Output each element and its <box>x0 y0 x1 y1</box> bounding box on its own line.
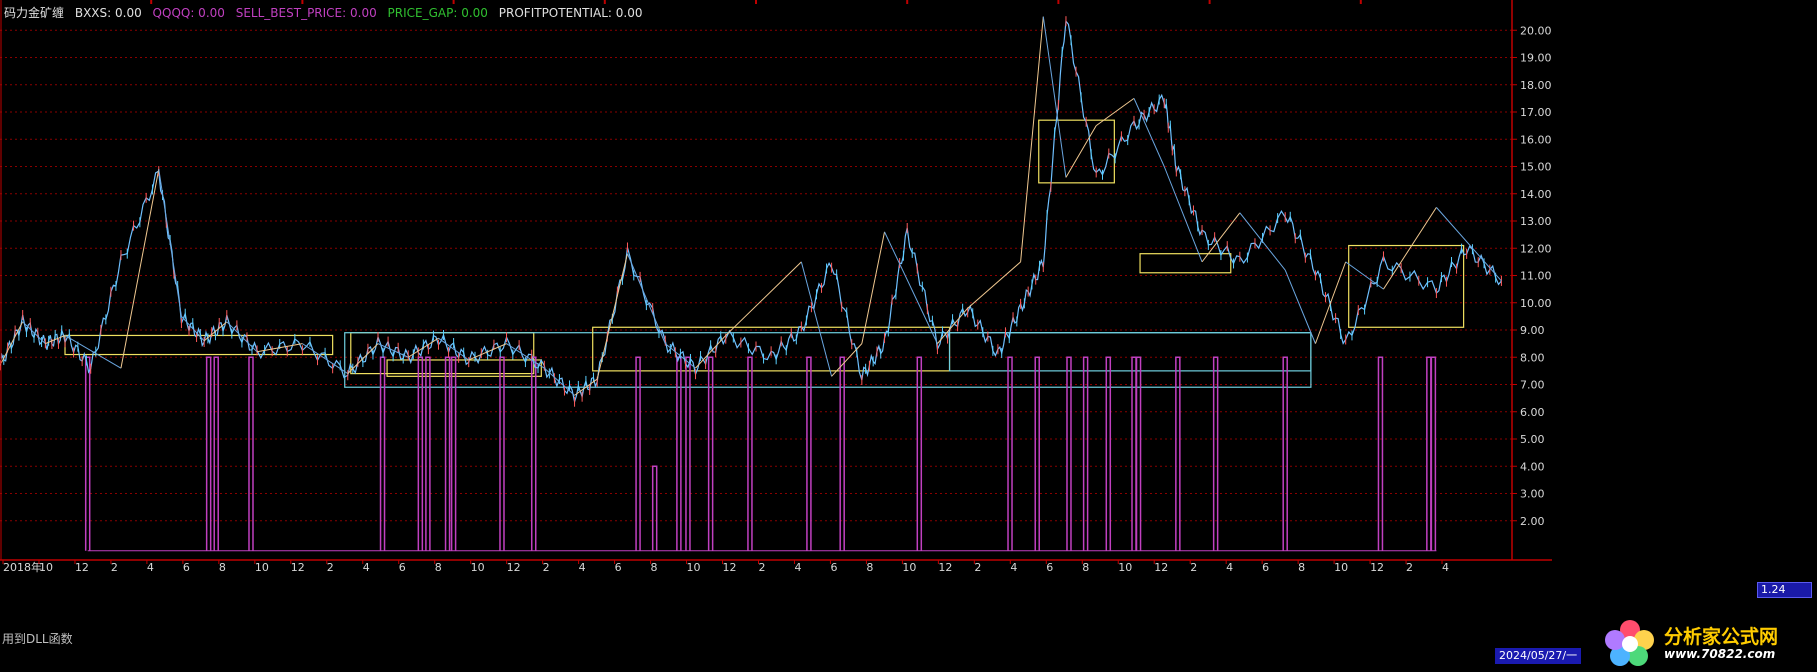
y-tick-label: 17.00 <box>1520 106 1552 119</box>
profit-potential-value: PROFITPOTENTIAL: 0.00 <box>498 6 643 20</box>
x-tick-label: 12 <box>1370 561 1384 574</box>
x-tick-label: 10 <box>1334 561 1348 574</box>
flower-logo-icon <box>1605 620 1654 666</box>
y-tick-label: 5.00 <box>1520 433 1545 446</box>
x-tick-label: 2 <box>974 561 981 574</box>
current-date-badge[interactable]: 2024/05/27/一 <box>1495 648 1582 664</box>
x-tick-label: 2 <box>1406 561 1413 574</box>
x-tick-label: 10 <box>902 561 916 574</box>
x-tick-label: 12 <box>1154 561 1168 574</box>
x-tick-label: 8 <box>435 561 442 574</box>
x-tick-label: 12 <box>291 561 305 574</box>
x-tick-label: 2 <box>111 561 118 574</box>
x-tick-label: 10 <box>255 561 269 574</box>
x-tick-label: 6 <box>615 561 622 574</box>
x-tick-label: 8 <box>866 561 873 574</box>
x-tick-label: 2 <box>327 561 334 574</box>
bxxs-value: BXXS: 0.00 <box>74 6 142 20</box>
y-tick-label: 14.00 <box>1520 188 1552 201</box>
x-tick-label: 4 <box>579 561 586 574</box>
sell-best-price-value: SELL_BEST_PRICE: 0.00 <box>235 6 377 20</box>
y-tick-label: 3.00 <box>1520 488 1545 501</box>
x-tick-label: 2018年 <box>3 560 42 574</box>
y-tick-label: 19.00 <box>1520 52 1552 65</box>
indicator-header: 码力金矿缠 BXXS: 0.00 QQQQ: 0.00 SELL_BEST_PR… <box>4 4 649 21</box>
x-tick-label: 2 <box>1190 561 1197 574</box>
x-tick-label: 4 <box>1010 561 1017 574</box>
indicator-title: 码力金矿缠 <box>4 6 65 20</box>
y-tick-label: 7.00 <box>1520 379 1545 392</box>
dll-note: 用到DLL函数 <box>2 632 73 646</box>
y-tick-label: 16.00 <box>1520 133 1552 146</box>
qqqq-value: QQQQ: 0.00 <box>152 6 225 20</box>
y-tick-label: 20.00 <box>1520 24 1552 37</box>
y-tick-label: 12.00 <box>1520 242 1552 255</box>
chart-canvas: 20.00 19.00 18.00 17.00 16.00 15.00 14.00 13.00… <box>0 0 1817 672</box>
y-tick-label: 4.00 <box>1520 460 1545 473</box>
x-tick-label: 2 <box>543 561 550 574</box>
y-tick-label: 10.00 <box>1520 297 1552 310</box>
x-tick-label: 10 <box>471 561 485 574</box>
x-tick-label: 2 <box>758 561 765 574</box>
y-tick-label: 13.00 <box>1520 215 1552 228</box>
x-tick-label: 12 <box>723 561 737 574</box>
y-tick-label: 15.00 <box>1520 161 1552 174</box>
x-tick-label: 8 <box>219 561 226 574</box>
x-tick-label: 12 <box>507 561 521 574</box>
x-tick-label: 6 <box>399 561 406 574</box>
y-tick-label: 8.00 <box>1520 351 1545 364</box>
y-tick-label: 18.00 <box>1520 79 1552 92</box>
price-gap-value: PRICE_GAP: 0.00 <box>387 6 488 20</box>
x-tick-label: 4 <box>1226 561 1233 574</box>
x-tick-label: 12 <box>75 561 89 574</box>
y-tick-label: 2.00 <box>1520 515 1545 528</box>
site-logo: 分析家公式网 www.70822.com <box>1600 618 1810 666</box>
x-tick-label: 10 <box>1118 561 1132 574</box>
x-tick-label: 6 <box>183 561 190 574</box>
x-tick-label: 8 <box>1082 561 1089 574</box>
logo-title: 分析家公式网 <box>1664 626 1779 648</box>
x-tick-label: 4 <box>794 561 801 574</box>
x-tick-label: 8 <box>651 561 658 574</box>
current-value-badge: 1.24 <box>1757 582 1812 598</box>
x-tick-label: 4 <box>1442 561 1449 574</box>
x-tick-label: 10 <box>687 561 701 574</box>
x-tick-label: 4 <box>147 561 154 574</box>
y-tick-label: 9.00 <box>1520 324 1545 337</box>
logo-url: www.70822.com <box>1664 647 1776 661</box>
x-tick-label: 6 <box>830 561 837 574</box>
x-tick-label: 6 <box>1262 561 1269 574</box>
x-tick-label: 8 <box>1298 561 1305 574</box>
x-tick-label: 10 <box>39 561 53 574</box>
y-tick-label: 6.00 <box>1520 406 1545 419</box>
x-tick-label: 12 <box>938 561 952 574</box>
x-axis-ticks: 2018年10 12 2 4 6 8 10 12 2 4 6 8 10 12 2 4 6 8 10 12 2 4 6 8 10 1… <box>2 560 1449 574</box>
x-tick-label: 4 <box>363 561 370 574</box>
y-tick-label: 11.00 <box>1520 270 1552 283</box>
x-tick-label: 6 <box>1046 561 1053 574</box>
